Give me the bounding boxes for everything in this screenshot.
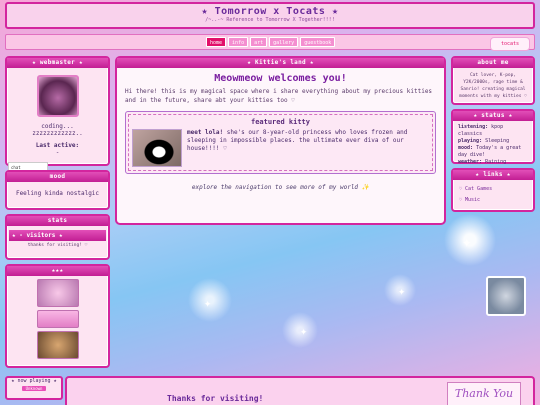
webmaster-title: ★ webmaster ★ xyxy=(7,58,108,68)
stamps-title: ★★★ xyxy=(7,266,108,276)
featured-cat-photo xyxy=(132,129,182,167)
webmaster-status: coding... xyxy=(41,123,74,130)
status-label: mood: xyxy=(458,145,474,151)
status-label: playing: xyxy=(458,138,483,144)
sparkle-icon: ✦ xyxy=(300,324,308,338)
status-label: listening: xyxy=(458,124,489,130)
about-title: about me xyxy=(453,58,533,68)
stamp-image xyxy=(36,331,79,359)
music-player: ★ now playing ★ Unknown xyxy=(5,376,63,400)
nav-gallery[interactable]: gallery xyxy=(269,37,299,47)
visitors-label: ★ - visitors ★ xyxy=(9,230,106,241)
stats-panel: stats ★ - visitors ★ thanks for visiting… xyxy=(5,214,110,260)
featured-text: meet lola! she's our 8-year-old princess… xyxy=(187,129,429,167)
status-line: mood: Today's a great day dive! xyxy=(458,145,528,159)
nav-info[interactable]: info xyxy=(228,37,249,47)
nav-home[interactable]: home xyxy=(206,37,227,47)
status-line: listening: kpop classics xyxy=(458,124,528,138)
status-value: Raining xyxy=(482,159,507,165)
mood-panel: mood Feeling kinda nostalgic xyxy=(5,170,110,210)
status-line: weather: Raining xyxy=(458,159,528,166)
stats-thanks: thanks for visiting! ♡ xyxy=(27,243,88,248)
status-label: weather: xyxy=(458,159,483,165)
footer: Thanks for visiting! Thank You xyxy=(65,376,535,405)
featured-kitty: featured kitty meet lola! she's our 8-ye… xyxy=(125,111,436,174)
featured-name: meet lola! xyxy=(187,129,224,136)
nav-guestbook[interactable]: guestbook xyxy=(300,37,336,47)
site-title: ★ Tomorrow x Tocats ★ xyxy=(201,6,339,17)
stamps-panel: ★★★ xyxy=(5,264,110,368)
webmaster-zzz: zzzzzzzzzzzz.. xyxy=(32,130,83,137)
status-panel: ★ status ★ listening: kpop classics play… xyxy=(451,109,535,165)
status-line: playing: Sleeping xyxy=(458,138,528,145)
mood-title: mood xyxy=(7,172,108,182)
cat-photo-tile xyxy=(486,276,526,316)
nav-badge: tocats xyxy=(490,37,530,51)
welcome-intro: Hi there! this is my magical space where… xyxy=(125,88,433,104)
webmaster-panel: ★ webmaster ★ coding... zzzzzzzzzzzz.. L… xyxy=(5,56,110,166)
explore-hint: explore the navigation to see more of my… xyxy=(191,184,370,191)
nav-art[interactable]: art xyxy=(250,37,268,47)
last-active-label: Last active: xyxy=(35,142,80,149)
stats-title: stats xyxy=(7,216,108,226)
featured-title: featured kitty xyxy=(250,118,310,126)
site-header: ★ Tomorrow x Tocats ★ /~..-~ Reference t… xyxy=(5,2,535,29)
status-list: listening: kpop classics playing: Sleepi… xyxy=(453,121,533,169)
mood-text: Feeling kinda nostalgic xyxy=(15,190,100,197)
links-title: ★ links ★ xyxy=(453,170,533,180)
top-nav: home info art gallery guestbook tocats xyxy=(5,34,535,51)
stamp-image xyxy=(36,310,79,328)
welcome-title: Meowmeow welcomes you! xyxy=(214,73,347,84)
footer-text: Thanks for visiting! xyxy=(167,394,264,403)
music-button[interactable]: Unknown xyxy=(21,386,47,391)
links-panel: ★ links ★ ♡ Cat Games ♡ Music xyxy=(451,168,535,212)
status-value: Sleeping xyxy=(482,138,510,144)
thank-you-graphic: Thank You xyxy=(447,382,521,405)
sparkle-icon: ✦ xyxy=(462,232,472,251)
stamp-image xyxy=(36,279,79,307)
welcome-panel: ★ Kittie's land ★ Meowmeow welcomes you!… xyxy=(115,56,446,225)
link-cat-games[interactable]: ♡ Cat Games xyxy=(459,184,527,195)
site-subtitle: /~..-~ Reference to Tomorrow X Together!… xyxy=(205,17,335,23)
about-text: Cat lover, K-pop, Y2K/2000s, rage time &… xyxy=(459,73,527,99)
sparkle-icon: ✦ xyxy=(204,296,212,310)
link-music[interactable]: ♡ Music xyxy=(459,195,527,206)
status-title: ★ status ★ xyxy=(453,111,533,121)
last-active-value: - xyxy=(55,149,60,156)
webmaster-avatar xyxy=(36,75,79,117)
about-panel: about me Cat lover, K-pop, Y2K/2000s, ra… xyxy=(451,56,535,105)
music-label: ★ now playing ★ xyxy=(11,378,57,384)
sparkle-icon: ✦ xyxy=(398,284,406,298)
welcome-header: ★ Kittie's land ★ xyxy=(117,58,444,68)
